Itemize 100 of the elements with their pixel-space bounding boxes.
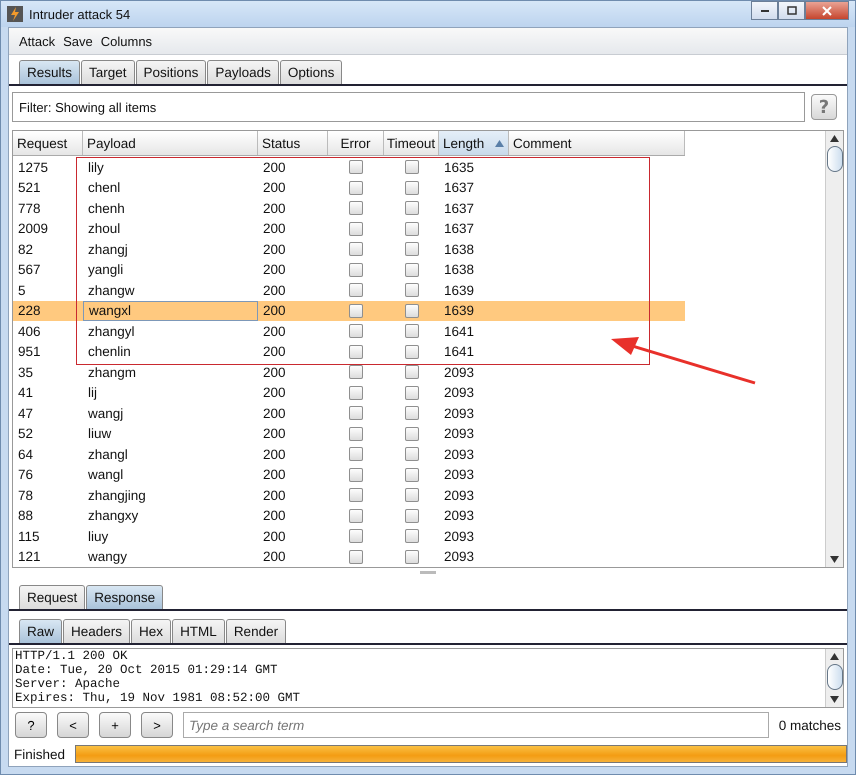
checkbox[interactable] — [404, 529, 418, 544]
scrollbar[interactable] — [825, 131, 843, 567]
checkbox[interactable] — [404, 344, 418, 359]
checkbox[interactable] — [404, 550, 418, 564]
checkbox[interactable] — [349, 283, 363, 298]
column-header[interactable]: Comment — [509, 131, 685, 155]
scroll-thumb[interactable] — [826, 146, 842, 172]
scroll-down-icon[interactable] — [830, 696, 839, 703]
checkbox[interactable] — [349, 468, 363, 482]
scroll-up-icon[interactable] — [830, 653, 839, 660]
checkbox[interactable] — [349, 529, 363, 544]
splitter-handle[interactable] — [420, 571, 436, 574]
column-header[interactable]: Payload — [83, 131, 258, 155]
table-row[interactable]: 88 zhangxy 200 2093 — [13, 506, 685, 526]
checkbox[interactable] — [404, 242, 418, 256]
table-row[interactable]: 2009 zhoul 200 1637 — [13, 218, 685, 239]
tab[interactable]: HTML — [172, 619, 225, 643]
scroll-down-icon[interactable] — [830, 556, 839, 563]
table-row[interactable]: 52 liuw 200 2093 — [13, 424, 685, 444]
checkbox[interactable] — [349, 304, 363, 318]
search-field[interactable]: Type a search term — [183, 712, 769, 738]
checkbox[interactable] — [404, 283, 418, 298]
table-row[interactable]: 5 zhangw 200 1639 — [13, 280, 685, 300]
checkbox[interactable] — [349, 344, 363, 359]
checkbox[interactable] — [349, 180, 363, 195]
checkbox[interactable] — [349, 550, 363, 564]
table-row[interactable]: 567 yangli 200 1638 — [13, 260, 685, 280]
table-row[interactable]: 228 wangxl 200 1639 — [13, 300, 685, 321]
tab[interactable]: Hex — [131, 619, 172, 643]
scroll-thumb[interactable] — [826, 664, 842, 690]
scrollbar[interactable] — [825, 649, 843, 707]
table-row[interactable]: 47 wangj 200 2093 — [13, 403, 685, 424]
column-header[interactable]: Length — [439, 131, 509, 155]
checkbox[interactable] — [404, 304, 418, 318]
tab[interactable]: Headers — [63, 619, 130, 643]
search-nav-button[interactable]: ? — [15, 712, 47, 738]
filter-bar[interactable]: Filter: Showing all items — [12, 92, 805, 122]
checkbox[interactable] — [349, 365, 363, 380]
checkbox[interactable] — [349, 160, 363, 174]
menu-item[interactable]: Save — [63, 34, 93, 48]
checkbox[interactable] — [404, 386, 418, 400]
tab[interactable]: Raw — [19, 619, 62, 643]
checkbox[interactable] — [404, 324, 418, 338]
checkbox[interactable] — [404, 508, 418, 523]
checkbox[interactable] — [404, 426, 418, 441]
table-row[interactable]: 35 zhangm 200 2093 — [13, 362, 685, 382]
checkbox[interactable] — [349, 242, 363, 256]
checkbox[interactable] — [349, 262, 363, 277]
minimize-button[interactable] — [751, 1, 778, 20]
checkbox[interactable] — [349, 222, 363, 236]
table-row[interactable]: 406 zhangyl 200 1641 — [13, 321, 685, 342]
tab[interactable]: Results — [19, 60, 80, 84]
maximize-button[interactable] — [778, 1, 805, 20]
search-nav-button[interactable]: > — [141, 712, 173, 738]
menu-item[interactable]: Attack — [19, 34, 56, 48]
checkbox[interactable] — [349, 508, 363, 523]
table-row[interactable]: 82 zhangj 200 1638 — [13, 239, 685, 260]
checkbox[interactable] — [349, 426, 363, 441]
table-row[interactable]: 64 zhangl 200 2093 — [13, 444, 685, 464]
table-row[interactable]: 78 zhangjing 200 2093 — [13, 485, 685, 506]
tab[interactable]: Options — [280, 60, 342, 84]
checkbox[interactable] — [404, 406, 418, 420]
checkbox[interactable] — [404, 365, 418, 380]
checkbox[interactable] — [349, 406, 363, 420]
table-row[interactable]: 121 wangy 200 2093 — [13, 546, 685, 567]
checkbox[interactable] — [404, 488, 418, 502]
column-header[interactable]: Status — [258, 131, 328, 155]
table-row[interactable]: 778 chenh 200 1637 — [13, 198, 685, 218]
tab[interactable]: Render — [226, 619, 286, 643]
checkbox[interactable] — [404, 222, 418, 236]
table-row[interactable]: 115 liuy 200 2093 — [13, 526, 685, 546]
checkbox[interactable] — [349, 386, 363, 400]
column-header[interactable]: Error — [328, 131, 384, 155]
checkbox[interactable] — [404, 180, 418, 195]
table-row[interactable]: 521 chenl 200 1637 — [13, 178, 685, 198]
search-nav-button[interactable]: + — [99, 712, 131, 738]
table-row[interactable]: 1275 lily 200 1635 — [13, 157, 685, 178]
table-row[interactable]: 76 wangl 200 2093 — [13, 464, 685, 485]
checkbox[interactable] — [349, 324, 363, 338]
menu-item[interactable]: Columns — [100, 34, 152, 48]
tab[interactable]: Request — [19, 585, 86, 609]
checkbox[interactable] — [404, 201, 418, 216]
tab[interactable]: Target — [81, 60, 135, 84]
checkbox[interactable] — [404, 160, 418, 174]
table-row[interactable]: 41 lij 200 2093 — [13, 382, 685, 403]
tab[interactable]: Payloads — [207, 60, 279, 84]
checkbox[interactable] — [349, 488, 363, 502]
table-row[interactable]: 951 chenlin 200 1641 — [13, 342, 685, 362]
checkbox[interactable] — [404, 262, 418, 277]
checkbox[interactable] — [349, 447, 363, 462]
checkbox[interactable] — [349, 201, 363, 216]
checkbox[interactable] — [404, 468, 418, 482]
search-nav-button[interactable]: < — [57, 712, 89, 738]
scroll-up-icon[interactable] — [830, 135, 839, 142]
checkbox[interactable] — [404, 447, 418, 462]
tab[interactable]: Response — [86, 585, 164, 609]
help-button[interactable]: ? — [811, 94, 837, 120]
column-header[interactable]: Request — [13, 131, 83, 155]
close-button[interactable] — [805, 1, 849, 20]
tab[interactable]: Positions — [136, 60, 206, 84]
